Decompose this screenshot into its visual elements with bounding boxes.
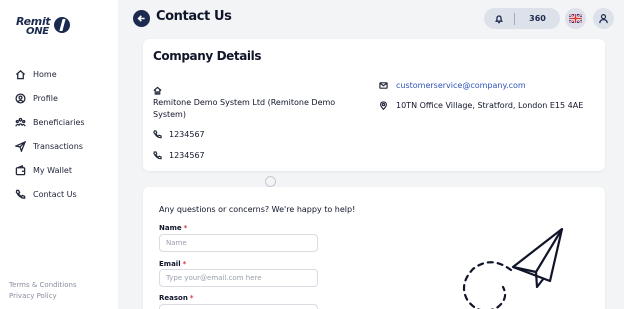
company-details-card: Company Details Remitone Demo System Ltd… [143,39,605,171]
sidebar: Remit ONE Home Profile Beneficiaries Tra… [0,0,118,309]
location-pin-icon [379,101,388,110]
language-button[interactable] [565,8,586,29]
required-asterisk: * [189,294,194,302]
phone-row: 1234567 [153,151,205,160]
logo-mark-icon [54,17,70,33]
terms-link[interactable]: Terms & Conditions [9,280,77,291]
email-label: Email * [159,260,186,268]
name-input[interactable] [159,234,318,252]
user-menu-button[interactable] [593,8,614,29]
name-label: Name * [159,224,187,232]
arrow-left-icon [137,15,145,22]
reason-label: Reason * [159,294,194,302]
email-label-text: Email [159,260,181,268]
email-input[interactable] [159,269,318,287]
sidebar-item-label: Beneficiaries [33,117,85,127]
notification-points-pill[interactable]: 360 [484,8,560,29]
reason-label-text: Reason [159,294,188,302]
sidebar-item-label: My Wallet [33,165,72,175]
page-title: Contact Us [156,9,232,24]
email-row[interactable]: customerservice@company.com [379,81,526,90]
decorative-circle [265,176,276,187]
logo-text-one: ONE [26,26,49,37]
sidebar-item-label: Transactions [33,141,83,151]
sidebar-item-transactions[interactable]: Transactions [14,134,85,158]
form-intro: Any questions or concerns? We're happy t… [159,205,356,214]
sidebar-item-my-wallet[interactable]: My Wallet [14,158,85,182]
profile-icon [14,92,26,104]
phone-icon [14,188,26,200]
reason-select[interactable] [159,304,318,309]
contact-form-card: Any questions or concerns? We're happy t… [143,187,605,309]
sidebar-item-contact-us[interactable]: Contact Us [14,182,85,206]
required-asterisk: * [183,224,188,232]
paper-plane-illustration [462,227,564,309]
remitone-logo[interactable]: Remit ONE [16,14,72,40]
phone-number[interactable]: 1234567 [169,130,205,139]
address-row: 10TN Office Village, Stratford, London E… [379,101,583,110]
company-details-title: Company Details [153,49,262,63]
send-icon [14,140,26,152]
sidebar-footer: Terms & Conditions Privacy Policy [9,280,77,302]
home-icon [14,68,26,80]
mail-icon [379,81,388,90]
wallet-icon [14,164,26,176]
user-icon [599,14,608,24]
sidebar-item-label: Profile [33,93,58,103]
name-label-text: Name [159,224,182,232]
sidebar-item-beneficiaries[interactable]: Beneficiaries [14,110,85,134]
sidebar-item-profile[interactable]: Profile [14,86,85,110]
beneficiaries-icon [14,116,26,128]
sidebar-item-home[interactable]: Home [14,62,85,86]
phone-row: 1234567 [153,130,205,139]
phone-icon [153,151,162,160]
required-asterisk: * [182,260,187,268]
uk-flag-icon [569,14,582,23]
phone-icon [153,130,162,139]
privacy-link[interactable]: Privacy Policy [9,291,77,302]
company-name: Remitone Demo System Ltd (Remitone Demo … [153,98,336,119]
email-link[interactable]: customerservice@company.com [396,81,526,90]
back-button[interactable] [133,10,150,27]
bell-icon[interactable] [484,14,514,24]
sidebar-item-label: Contact Us [33,189,77,199]
sidebar-item-label: Home [33,69,57,79]
points-value: 360 [529,14,546,23]
phone-number[interactable]: 1234567 [169,151,205,160]
sidebar-nav: Home Profile Beneficiaries Transactions … [14,62,85,206]
address-text: 10TN Office Village, Stratford, London E… [396,101,584,110]
